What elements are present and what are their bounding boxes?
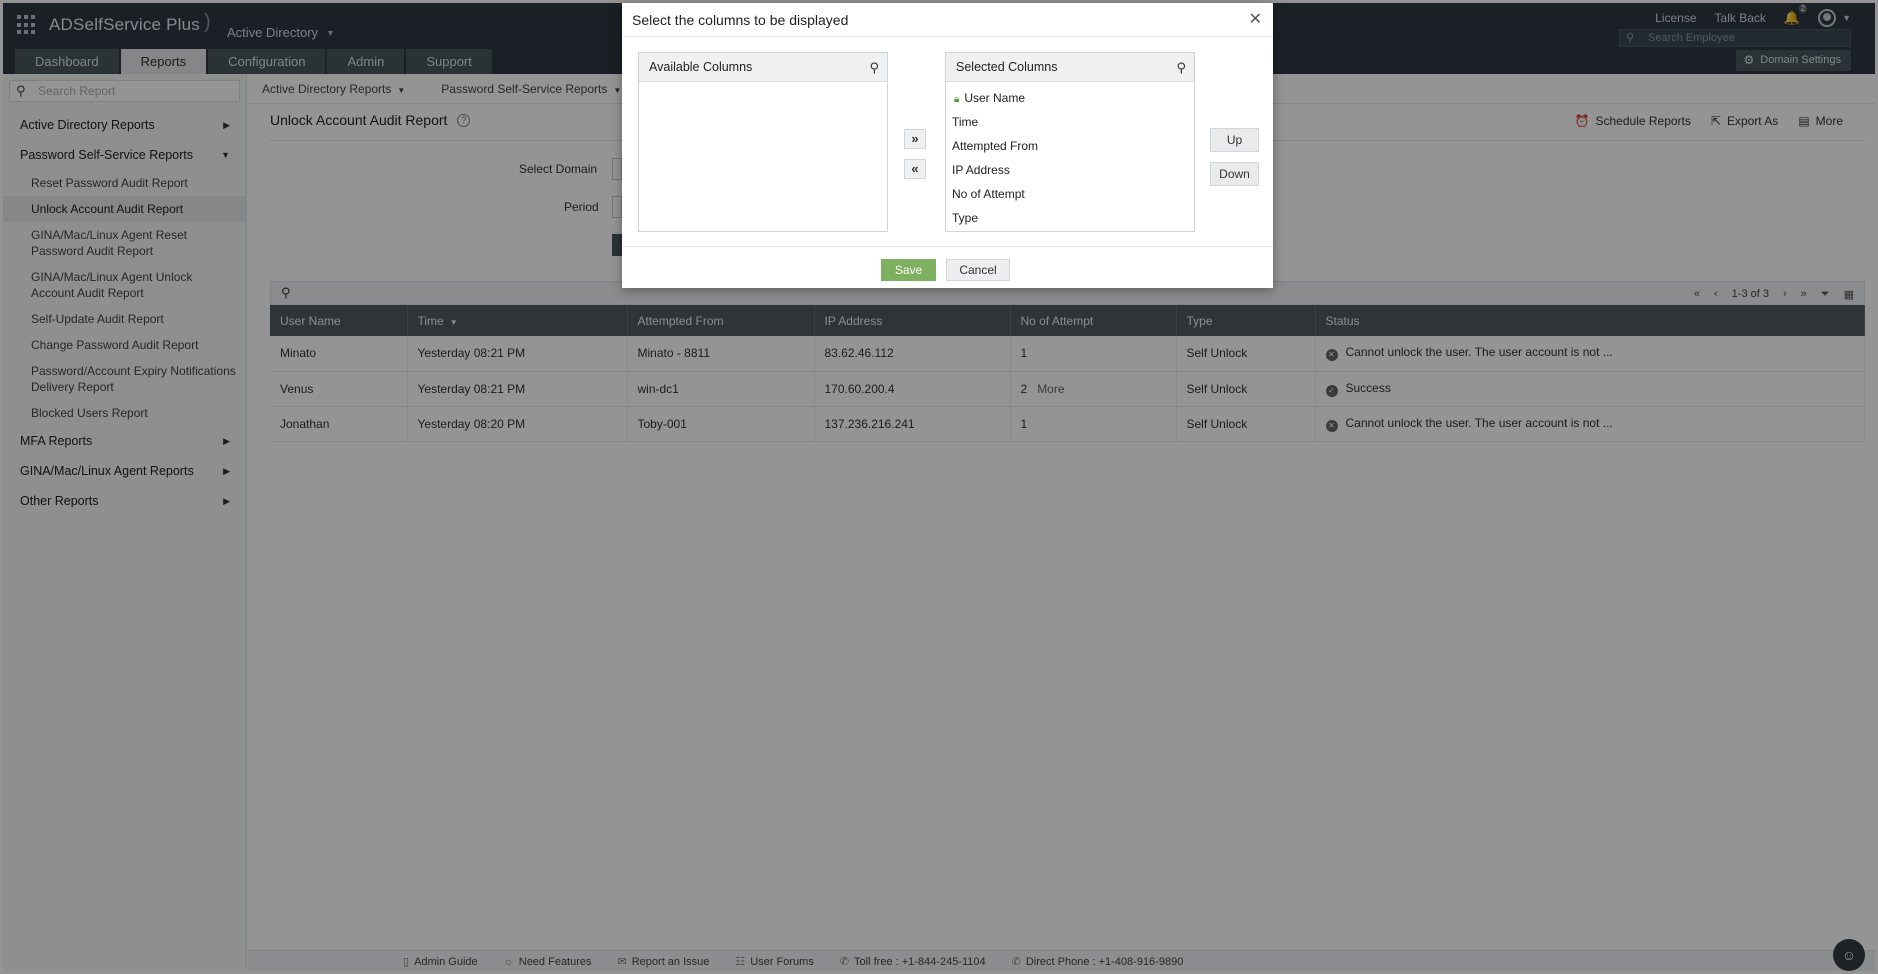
dialog-title: Select the columns to be displayed	[622, 3, 1273, 37]
selected-columns-title: Selected Columns	[956, 60, 1058, 74]
list-item[interactable]: No of Attempt	[952, 182, 1194, 206]
dialog-footer: Save Cancel	[622, 246, 1273, 288]
available-columns-box: Available Columns ⚲	[638, 52, 888, 232]
list-item[interactable]: 🔒︎ User Name	[952, 86, 1194, 110]
list-item[interactable]: Type	[952, 206, 1194, 230]
close-icon[interactable]: ✕	[1249, 9, 1262, 29]
column-chooser-dialog: Select the columns to be displayed ✕ Ava…	[622, 3, 1273, 288]
list-item[interactable]: IP Address	[952, 158, 1194, 182]
move-up-button[interactable]: Up	[1210, 128, 1259, 152]
lock-icon: 🔒︎	[954, 94, 960, 105]
selected-columns-header: Selected Columns ⚲	[946, 53, 1194, 82]
search-icon[interactable]: ⚲	[869, 53, 879, 82]
available-columns-header: Available Columns ⚲	[639, 53, 887, 82]
search-icon[interactable]: ⚲	[1176, 53, 1186, 82]
move-right-button[interactable]: »	[904, 129, 926, 149]
selected-columns-box: Selected Columns ⚲ 🔒︎ User Name Time Atte…	[945, 52, 1195, 232]
selected-columns-list: 🔒︎ User Name Time Attempted From IP Addre…	[946, 82, 1194, 230]
available-columns-title: Available Columns	[649, 60, 753, 74]
cancel-button[interactable]: Cancel	[946, 259, 1010, 281]
list-item[interactable]: Time	[952, 110, 1194, 134]
list-item[interactable]: Attempted From	[952, 134, 1194, 158]
move-left-button[interactable]: «	[904, 159, 926, 179]
move-down-button[interactable]: Down	[1210, 162, 1259, 186]
save-button[interactable]: Save	[881, 259, 936, 281]
column-label: User Name	[964, 91, 1026, 105]
